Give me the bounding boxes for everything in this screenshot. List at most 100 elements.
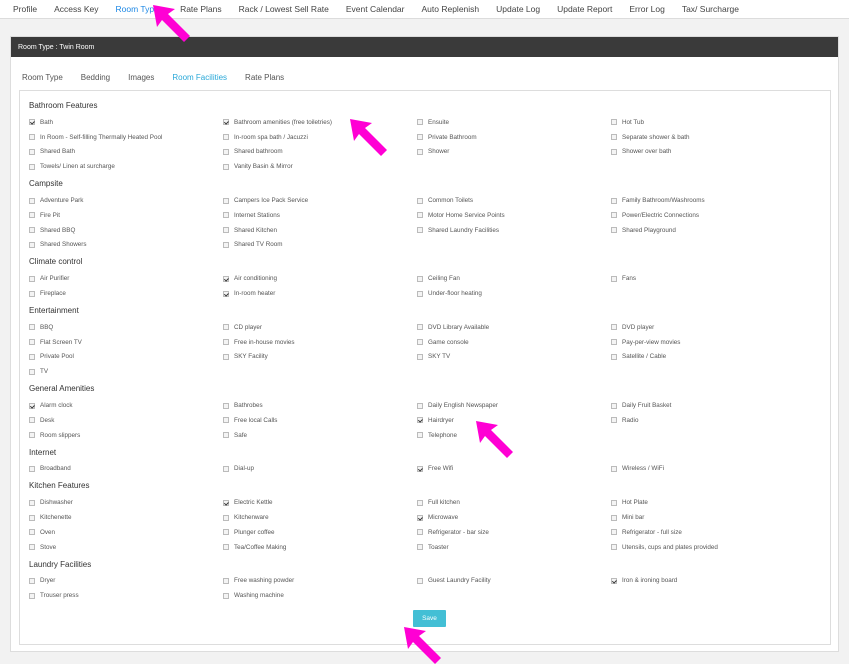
checkbox-checked[interactable] (29, 402, 35, 409)
facility-option[interactable]: Separate shower & bath (611, 130, 805, 145)
nav-item-access-key[interactable]: Access Key (54, 4, 98, 14)
checkbox[interactable] (223, 529, 229, 536)
facility-option[interactable]: Air conditioning (223, 271, 417, 286)
facility-option[interactable]: Oven (29, 525, 223, 540)
facility-option[interactable]: Air Purifier (29, 271, 223, 286)
facility-option[interactable]: Game console (417, 335, 611, 350)
facility-option[interactable]: Utensils, cups and plates provided (611, 540, 805, 555)
facility-option[interactable]: Shared Laundry Facilities (417, 223, 611, 238)
facility-option[interactable]: Microwave (417, 510, 611, 525)
checkbox[interactable] (417, 529, 423, 536)
facility-option[interactable]: Hot Tub (611, 115, 805, 130)
checkbox[interactable] (29, 339, 35, 346)
facility-option[interactable]: Towels/ Linen at surcharge (29, 159, 223, 174)
facility-option[interactable]: Kitchenware (223, 510, 417, 525)
facility-option[interactable]: TV (29, 364, 223, 379)
facility-option[interactable]: Refrigerator - bar size (417, 525, 611, 540)
checkbox[interactable] (611, 514, 617, 521)
facility-option[interactable]: Radio (611, 413, 805, 428)
checkbox[interactable] (611, 529, 617, 536)
facility-option[interactable]: Iron & ironing board (611, 574, 805, 589)
checkbox[interactable] (223, 592, 229, 599)
checkbox[interactable] (611, 134, 617, 141)
checkbox[interactable] (29, 577, 35, 584)
facility-option[interactable]: Under-floor heating (417, 286, 611, 301)
checkbox[interactable] (29, 465, 35, 472)
facility-option[interactable]: Free local Calls (223, 413, 417, 428)
checkbox[interactable] (611, 197, 617, 204)
tab-rate-plans[interactable]: Rate Plans (245, 73, 284, 82)
facility-option[interactable]: In-room heater (223, 286, 417, 301)
nav-item-update-log[interactable]: Update Log (496, 4, 540, 14)
facility-option[interactable]: Flat Screen TV (29, 335, 223, 350)
facility-option[interactable]: Trouser press (29, 588, 223, 603)
checkbox[interactable] (417, 324, 423, 331)
facility-option[interactable]: Fire Pit (29, 208, 223, 223)
facility-option[interactable]: Fans (611, 271, 805, 286)
checkbox-checked[interactable] (417, 417, 423, 424)
checkbox[interactable] (223, 353, 229, 360)
checkbox[interactable] (417, 197, 423, 204)
nav-item-error-log[interactable]: Error Log (629, 4, 664, 14)
checkbox[interactable] (29, 163, 35, 170)
checkbox[interactable] (417, 353, 423, 360)
tab-images[interactable]: Images (128, 73, 154, 82)
facility-option[interactable]: Shower (417, 145, 611, 160)
checkbox[interactable] (29, 275, 35, 282)
facility-option[interactable]: Private Pool (29, 350, 223, 365)
checkbox[interactable] (223, 465, 229, 472)
checkbox[interactable] (417, 339, 423, 346)
facility-option[interactable]: Bath (29, 115, 223, 130)
nav-item-update-report[interactable]: Update Report (557, 4, 612, 14)
facility-option[interactable]: Daily Fruit Basket (611, 398, 805, 413)
checkbox[interactable] (223, 197, 229, 204)
checkbox[interactable] (417, 432, 423, 439)
checkbox[interactable] (29, 212, 35, 219)
facility-option[interactable]: Ensuite (417, 115, 611, 130)
checkbox[interactable] (29, 544, 35, 551)
facility-option[interactable]: DVD Library Available (417, 320, 611, 335)
checkbox[interactable] (611, 227, 617, 234)
checkbox[interactable] (611, 544, 617, 551)
checkbox[interactable] (611, 324, 617, 331)
checkbox[interactable] (223, 324, 229, 331)
facility-option[interactable]: Satellite / Cable (611, 350, 805, 365)
checkbox[interactable] (223, 227, 229, 234)
nav-item-event-calendar[interactable]: Event Calendar (346, 4, 405, 14)
facility-option[interactable]: Campers Ice Pack Service (223, 193, 417, 208)
checkbox-checked[interactable] (223, 119, 229, 126)
checkbox[interactable] (29, 148, 35, 155)
facility-option[interactable]: Washing machine (223, 588, 417, 603)
checkbox[interactable] (417, 290, 423, 297)
facility-option[interactable]: CD player (223, 320, 417, 335)
facility-option[interactable]: Free in-house movies (223, 335, 417, 350)
tab-bedding[interactable]: Bedding (81, 73, 110, 82)
checkbox-checked[interactable] (223, 275, 229, 282)
facility-option[interactable]: SKY Facility (223, 350, 417, 365)
checkbox[interactable] (417, 227, 423, 234)
nav-item-rack-lowest-sell-rate[interactable]: Rack / Lowest Sell Rate (239, 4, 329, 14)
checkbox[interactable] (417, 212, 423, 219)
checkbox-checked[interactable] (223, 290, 229, 297)
checkbox[interactable] (417, 499, 423, 506)
checkbox[interactable] (29, 290, 35, 297)
checkbox[interactable] (611, 339, 617, 346)
facility-option[interactable]: Full kitchen (417, 495, 611, 510)
checkbox[interactable] (29, 529, 35, 536)
tab-room-facilities[interactable]: Room Facilities (172, 73, 227, 82)
facility-option[interactable]: Alarm clock (29, 398, 223, 413)
facility-option[interactable]: Bathrobes (223, 398, 417, 413)
checkbox[interactable] (611, 148, 617, 155)
checkbox-checked[interactable] (611, 577, 617, 584)
checkbox-checked[interactable] (29, 119, 35, 126)
facility-option[interactable]: Pay-per-view movies (611, 335, 805, 350)
facility-option[interactable]: Broadband (29, 462, 223, 477)
facility-option[interactable]: Internet Stations (223, 208, 417, 223)
checkbox[interactable] (417, 134, 423, 141)
checkbox[interactable] (29, 353, 35, 360)
checkbox[interactable] (611, 212, 617, 219)
facility-option[interactable]: Shared Showers (29, 238, 223, 253)
facility-option[interactable]: Shared Bath (29, 145, 223, 160)
checkbox[interactable] (29, 227, 35, 234)
facility-option[interactable]: SKY TV (417, 350, 611, 365)
